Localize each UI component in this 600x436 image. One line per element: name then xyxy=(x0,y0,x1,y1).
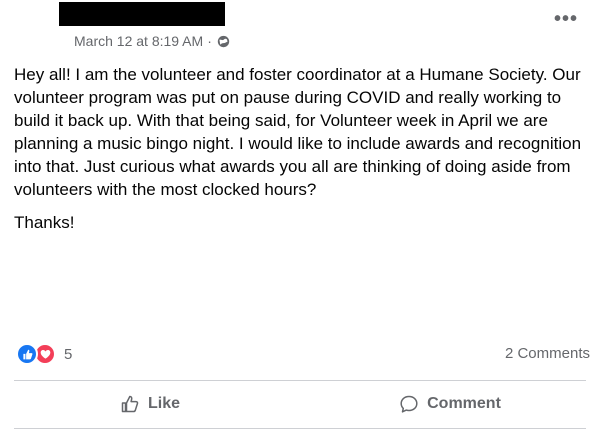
comment-button-label: Comment xyxy=(427,395,501,412)
divider xyxy=(14,380,586,381)
comment-button[interactable]: Comment xyxy=(300,386,600,422)
post-body: Hey all! I am the volunteer and foster c… xyxy=(14,63,592,244)
like-button-label: Like xyxy=(147,395,180,412)
post-text-paragraph: Thanks! xyxy=(14,213,75,232)
like-reaction-icon xyxy=(16,343,38,365)
reaction-count[interactable]: 5 xyxy=(64,346,72,363)
thumbs-up-icon xyxy=(120,394,140,414)
comments-count-link[interactable]: 2 Comments xyxy=(505,345,590,362)
comment-bubble-icon xyxy=(399,394,419,414)
post-meta: March 12 at 8:19 AM · xyxy=(74,33,230,49)
post-timestamp[interactable]: March 12 at 8:19 AM xyxy=(74,33,203,49)
globe-icon xyxy=(217,35,230,48)
post-text-paragraph: Hey all! I am the volunteer and foster c… xyxy=(14,65,582,199)
like-button[interactable]: Like xyxy=(0,386,300,422)
reactions-summary[interactable]: 5 xyxy=(16,343,72,365)
post-actions-bar: Like Comment xyxy=(0,386,600,422)
more-options-button[interactable]: ••• xyxy=(554,9,578,29)
divider xyxy=(14,428,586,429)
author-name-redacted[interactable] xyxy=(59,2,225,26)
meta-separator: · xyxy=(207,33,212,49)
